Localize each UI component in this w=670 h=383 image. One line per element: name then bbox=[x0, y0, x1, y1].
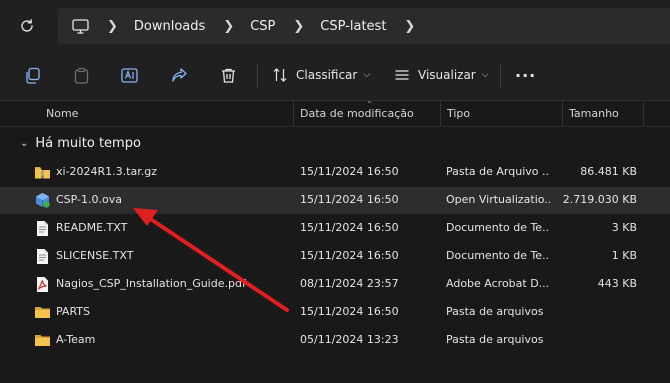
file-row[interactable]: Nagios_CSP_Installation_Guide.pdf 08/11/2… bbox=[0, 271, 670, 298]
column-header-date[interactable]: Data de modificação bbox=[300, 107, 414, 120]
breadcrumb-separator-icon[interactable]: ❯ bbox=[404, 19, 415, 34]
breadcrumb-item-csp[interactable]: CSP bbox=[250, 19, 275, 34]
more-options-button[interactable]: ··· bbox=[515, 64, 536, 86]
breadcrumb-item-csp-latest[interactable]: CSP-latest bbox=[320, 19, 386, 34]
breadcrumb-separator-icon[interactable]: ❯ bbox=[107, 19, 118, 34]
breadcrumb-separator-icon[interactable]: ❯ bbox=[223, 19, 234, 34]
file-size: 443 KB bbox=[597, 277, 637, 290]
file-type: Documento de Te... bbox=[446, 249, 550, 262]
breadcrumb-item-downloads[interactable]: Downloads bbox=[134, 19, 205, 34]
file-date-modified: 15/11/2024 16:50 bbox=[300, 305, 399, 318]
paste-button[interactable] bbox=[73, 64, 90, 86]
address-bar: ❯ Downloads ❯ CSP ❯ CSP-latest ❯ bbox=[0, 0, 670, 50]
file-date-modified: 05/11/2024 13:23 bbox=[300, 333, 399, 346]
file-name: A-Team bbox=[56, 333, 96, 346]
sort-button[interactable]: Classificar ⌵ bbox=[272, 64, 370, 86]
file-name: xi-2024R1.3.tar.gz bbox=[56, 165, 157, 178]
file-row[interactable]: CSP-1.0.ova 15/11/2024 16:50 Open Virtuali… bbox=[0, 187, 670, 214]
file-name: SLICENSE.TXT bbox=[56, 249, 134, 262]
toolbar-divider bbox=[257, 64, 258, 88]
column-header-size[interactable]: Tamanho bbox=[569, 107, 619, 120]
copy-icon bbox=[26, 67, 40, 84]
text-file-icon bbox=[34, 248, 51, 265]
file-name: README.TXT bbox=[56, 221, 128, 234]
column-divider[interactable] bbox=[293, 100, 294, 126]
column-header-type[interactable]: Tipo bbox=[447, 107, 470, 120]
paste-icon bbox=[74, 67, 89, 84]
copy-button[interactable] bbox=[24, 64, 41, 86]
file-size: 86.481 KB bbox=[580, 165, 637, 178]
column-divider[interactable] bbox=[440, 100, 441, 126]
delete-icon bbox=[222, 68, 235, 83]
group-header[interactable]: ⌄ Há muito tempo bbox=[20, 136, 141, 151]
file-row[interactable]: PARTS 15/11/2024 16:50 Pasta de arquivos bbox=[0, 299, 670, 326]
command-bar: Classificar ⌵ Visualizar ⌵ ··· bbox=[0, 50, 670, 101]
pdf-icon bbox=[34, 276, 51, 293]
sort-label: Classificar bbox=[296, 68, 358, 82]
share-button[interactable] bbox=[171, 64, 188, 86]
breadcrumb-separator-icon[interactable]: ❯ bbox=[293, 19, 304, 34]
share-icon bbox=[172, 67, 187, 82]
folder-icon bbox=[34, 332, 51, 349]
file-type: Documento de Te... bbox=[446, 221, 550, 234]
chevron-down-icon: ⌄ bbox=[20, 138, 29, 149]
file-type: Pasta de arquivos bbox=[446, 333, 544, 346]
chevron-down-icon: ⌵ bbox=[481, 70, 489, 80]
column-divider[interactable] bbox=[643, 100, 644, 126]
column-divider[interactable] bbox=[562, 100, 563, 126]
view-label: Visualizar bbox=[418, 68, 476, 82]
file-type: Pasta de Arquivo ... bbox=[446, 165, 550, 178]
text-file-icon bbox=[34, 220, 51, 237]
scrollbar[interactable] bbox=[664, 126, 668, 376]
column-header-name[interactable]: Nome bbox=[46, 107, 78, 120]
archive-icon bbox=[34, 164, 51, 181]
rename-button[interactable] bbox=[121, 64, 139, 86]
more-icon: ··· bbox=[515, 65, 537, 85]
file-size: 2.719.030 KB bbox=[562, 193, 637, 206]
file-row[interactable]: README.TXT 15/11/2024 16:50 Documento de T… bbox=[0, 215, 670, 242]
file-name: PARTS bbox=[56, 305, 90, 318]
chevron-down-icon: ⌵ bbox=[363, 70, 371, 80]
file-date-modified: 15/11/2024 16:50 bbox=[300, 249, 399, 262]
file-date-modified: 15/11/2024 16:50 bbox=[300, 221, 399, 234]
refresh-button[interactable] bbox=[14, 13, 40, 39]
view-icon bbox=[395, 70, 409, 80]
group-label: Há muito tempo bbox=[35, 136, 141, 151]
file-row[interactable]: SLICENSE.TXT 15/11/2024 16:50 Documento de… bbox=[0, 243, 670, 270]
file-date-modified: 15/11/2024 16:50 bbox=[300, 165, 399, 178]
ova-icon bbox=[34, 192, 51, 209]
file-date-modified: 15/11/2024 16:50 bbox=[300, 193, 399, 206]
toolbar-divider bbox=[500, 64, 501, 88]
file-name: CSP-1.0.ova bbox=[56, 193, 122, 206]
file-name: Nagios_CSP_Installation_Guide.pdf bbox=[56, 277, 246, 290]
file-row[interactable]: xi-2024R1.3.tar.gz 15/11/2024 16:50 Pasta … bbox=[0, 159, 670, 186]
sort-icon bbox=[273, 68, 287, 82]
file-row[interactable]: A-Team 05/11/2024 13:23 Pasta de arquivos bbox=[0, 327, 670, 354]
refresh-icon bbox=[21, 19, 33, 32]
file-type: Adobe Acrobat D... bbox=[446, 277, 550, 290]
rename-icon bbox=[121, 67, 138, 83]
file-date-modified: 08/11/2024 23:57 bbox=[300, 277, 399, 290]
view-button[interactable]: Visualizar ⌵ bbox=[394, 64, 489, 86]
column-header-bar: ⌃ Nome Data de modificação Tipo Tamanho bbox=[0, 100, 670, 127]
breadcrumb[interactable]: ❯ Downloads ❯ CSP ❯ CSP-latest ❯ bbox=[58, 8, 670, 44]
this-pc-icon[interactable] bbox=[72, 18, 89, 34]
file-size: 1 KB bbox=[611, 249, 637, 262]
file-size: 3 KB bbox=[611, 221, 637, 234]
folder-icon bbox=[34, 304, 51, 321]
delete-button[interactable] bbox=[220, 64, 237, 86]
file-type: Open Virtualizatio... bbox=[446, 193, 550, 206]
file-type: Pasta de arquivos bbox=[446, 305, 544, 318]
